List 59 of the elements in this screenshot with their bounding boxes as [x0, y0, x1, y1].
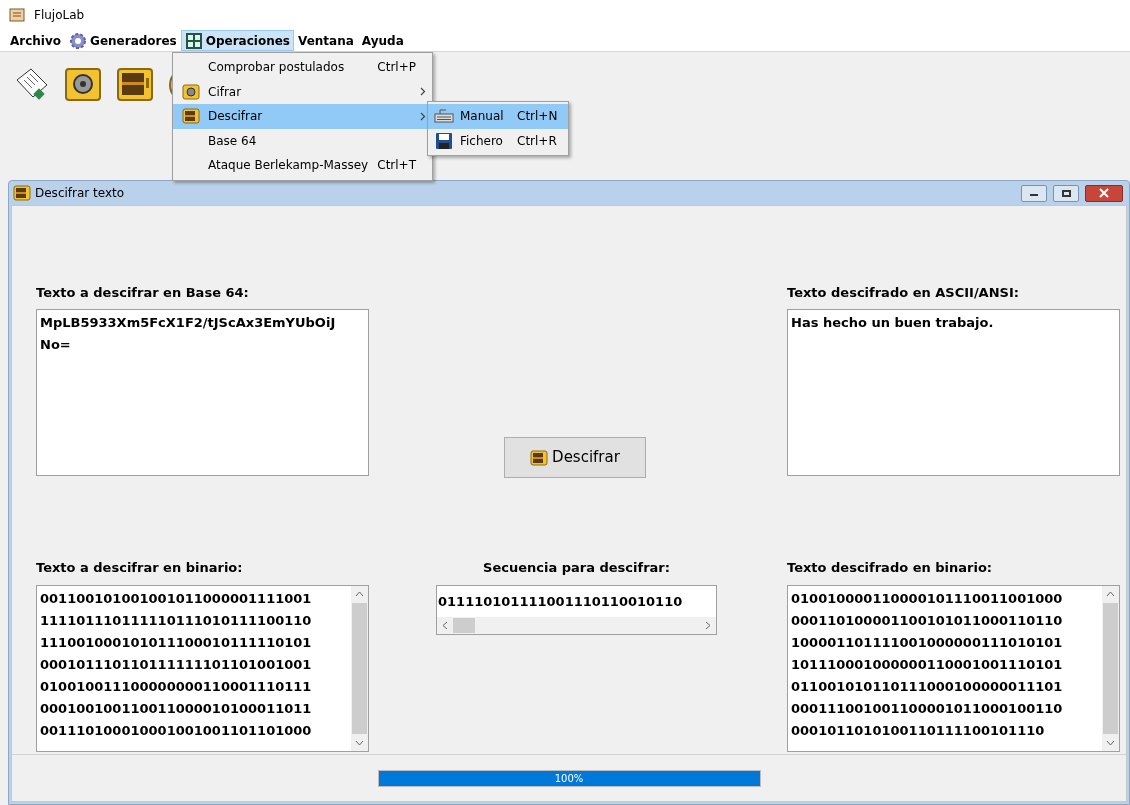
maximize-button[interactable]	[1053, 184, 1079, 202]
text-line: 111101110111110111010111100110	[40, 612, 313, 630]
document-pen-icon[interactable]	[14, 66, 50, 102]
field-label: Texto a descifrar en Base 64:	[36, 284, 250, 301]
safe-icon	[181, 82, 200, 101]
field-label: Secuencia para descifrar:	[483, 559, 670, 576]
text-line: 010010011100000000110001110111	[40, 678, 313, 696]
menu-entry[interactable]: Fichero Ctrl+R	[428, 128, 568, 153]
menu-entry[interactable]: Ataque Berlekamp-Massey Ctrl+T	[173, 153, 432, 178]
menu-entry[interactable]: Cifrar	[173, 79, 432, 104]
menu-entry[interactable]: Manual Ctrl+N	[428, 104, 568, 129]
text-line: 0001011010100110111100101110	[791, 722, 1046, 740]
minimize-button[interactable]	[1021, 184, 1047, 202]
text-line: 000110100001100101011000110110	[791, 612, 1064, 630]
text-line: 001100101001001011000001111001	[40, 590, 313, 608]
text-line: 111001000101011100010111110101	[40, 634, 313, 652]
menu-item[interactable]: Generadores	[65, 30, 181, 51]
binary-output-text-area[interactable]	[787, 585, 1120, 752]
text-line: 101110001000000110001001110101	[791, 656, 1064, 674]
vertical-scrollbar[interactable]	[351, 586, 368, 751]
menu-item[interactable]: Ayuda	[357, 30, 408, 51]
binary-input-text-area[interactable]	[36, 585, 369, 752]
text-line: 011001010110111000100000011101	[791, 678, 1064, 696]
text-line: 010010000110000101110011001000	[791, 590, 1064, 608]
field-label: Texto a descifrar en binario:	[36, 559, 244, 576]
open-safe-icon	[181, 107, 200, 126]
text-line: 000100100110011000010100011011	[40, 700, 313, 718]
menu-entry[interactable]: Comprobar postulados Ctrl+P	[173, 55, 432, 80]
horizontal-scrollbar[interactable]	[437, 617, 716, 634]
text-line: 000111001001100001011000100110	[791, 700, 1064, 718]
menu-item[interactable]: Ventana	[294, 30, 358, 51]
keyboard-icon	[434, 109, 454, 124]
open-safe-icon[interactable]	[116, 66, 154, 104]
menu-item[interactable]: Archivo	[6, 30, 66, 51]
progress-label: 100%	[553, 771, 585, 786]
calculator-icon	[184, 31, 203, 50]
sequence-field[interactable]: 011110101111001110110010110	[436, 585, 717, 635]
text-line: 100001101111001000000111010101	[791, 634, 1064, 652]
open-safe-icon	[530, 448, 549, 467]
open-safe-icon	[13, 184, 31, 202]
text-line: Has hecho un buen trabajo.	[791, 314, 995, 332]
app-title: FlujoLab	[34, 7, 85, 24]
window-title: Descifrar texto	[35, 185, 126, 202]
vertical-scrollbar[interactable]	[1102, 586, 1119, 751]
menu-item[interactable]: Operaciones	[180, 30, 294, 51]
field-label: Texto descifrado en binario:	[787, 559, 994, 576]
app-scroll-icon	[8, 6, 26, 24]
close-button[interactable]	[1085, 184, 1123, 202]
safe-icon[interactable]	[64, 66, 102, 104]
decrypt-button[interactable]: Descifrar	[504, 437, 646, 478]
ascii-text-area[interactable]: Has hecho un buen trabajo.	[787, 309, 1120, 476]
base64-text-area[interactable]: MpLB5933Xm5FcX1F2/tJScAx3EmYUbOiJ No=	[36, 309, 369, 476]
text-line: 001110100010001001001101101000	[40, 722, 313, 740]
text-line: MpLB5933Xm5FcX1F2/tJScAx3EmYUbOiJ	[40, 314, 337, 332]
field-label: Texto descifrado en ASCII/ANSI:	[787, 284, 1020, 301]
close-icon	[1099, 188, 1109, 198]
text-line: No=	[40, 336, 72, 354]
sequence-value: 011110101111001110110010110	[438, 592, 683, 611]
text-line: 000101110110111111101101001001	[40, 656, 313, 674]
